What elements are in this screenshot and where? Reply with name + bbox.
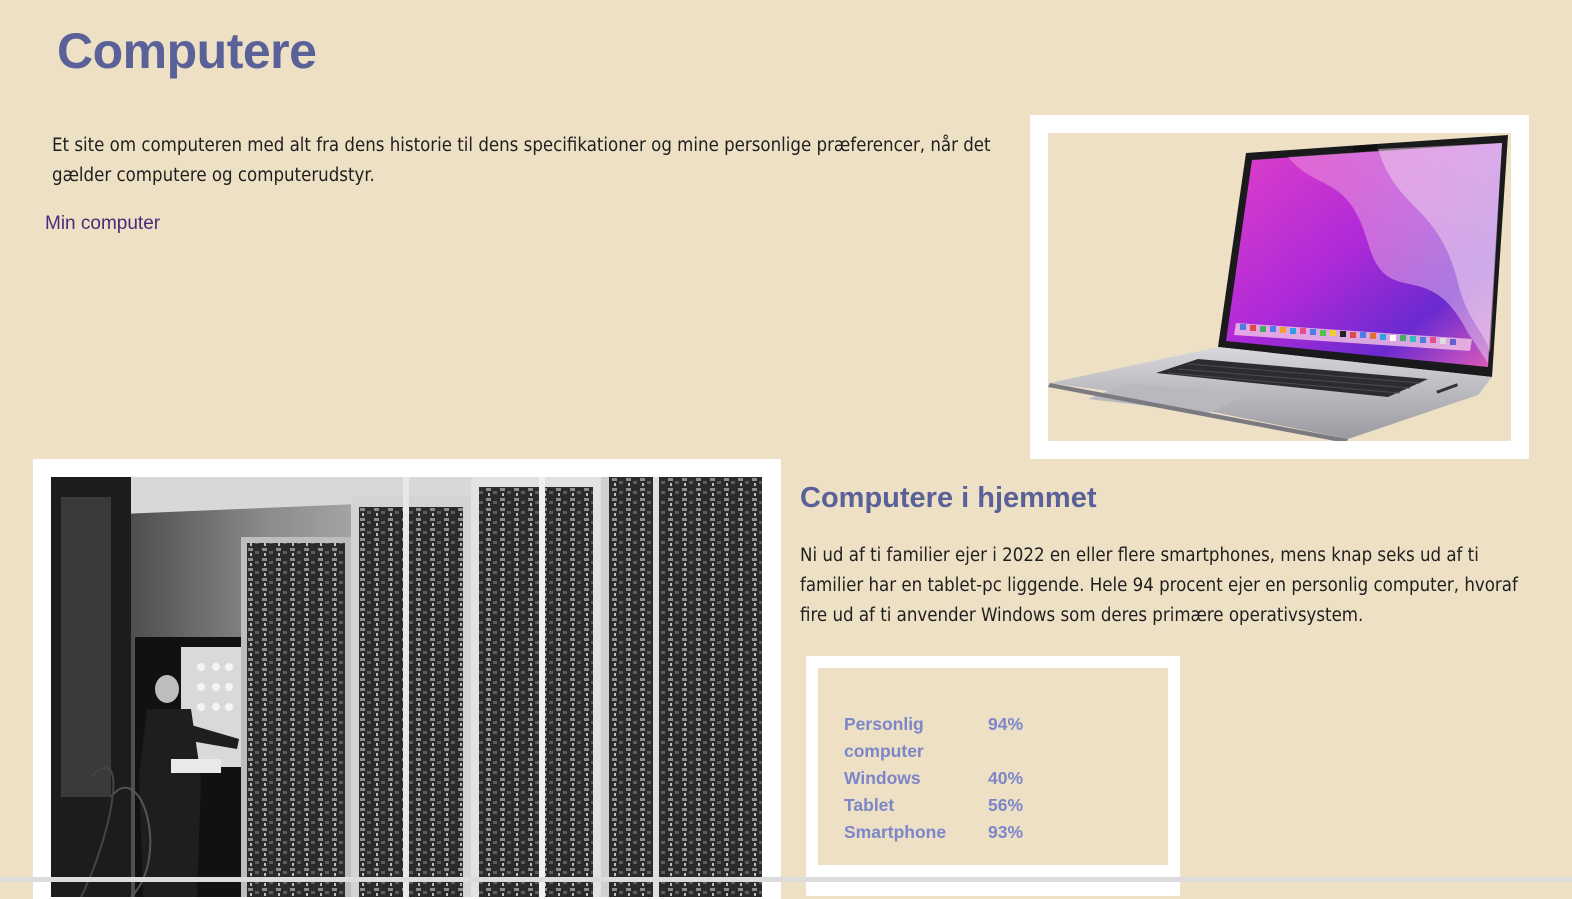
table-row: Personlig computer 94% bbox=[844, 711, 1048, 765]
stat-label: Tablet bbox=[844, 795, 895, 815]
stat-label: Smartphone bbox=[844, 822, 947, 842]
horizontal-scrollbar[interactable] bbox=[0, 877, 1572, 882]
table-row: Tablet 56% bbox=[844, 792, 1048, 819]
section-title: Computere i hjemmet bbox=[800, 482, 1097, 514]
intro-text: Et site om computeren med alt fra dens h… bbox=[52, 135, 991, 186]
stats-box: Personlig computer 94% Windows 40% Table… bbox=[806, 656, 1180, 896]
table-row: Windows 40% bbox=[844, 765, 1048, 792]
stat-value: 94% bbox=[988, 714, 1024, 734]
computer-room-photo-frame bbox=[33, 459, 781, 899]
stats-table: Personlig computer 94% Windows 40% Table… bbox=[844, 711, 1048, 846]
stat-value: 56% bbox=[988, 795, 1024, 815]
min-computer-link[interactable]: Min computer bbox=[45, 213, 160, 235]
stats-box-inner: Personlig computer 94% Windows 40% Table… bbox=[818, 668, 1168, 865]
stat-value: 93% bbox=[988, 822, 1024, 842]
table-row: Smartphone 93% bbox=[844, 819, 1048, 846]
section-text: Ni ud af ti familier ejer i 2022 en elle… bbox=[800, 545, 1518, 626]
laptop-image bbox=[1048, 133, 1511, 441]
page-title: Computere bbox=[57, 23, 317, 79]
stat-label: Personlig computer bbox=[844, 714, 924, 761]
stat-label: Windows bbox=[844, 768, 921, 788]
stat-value: 40% bbox=[988, 768, 1024, 788]
laptop-image-frame bbox=[1030, 115, 1529, 459]
computer-room-photo bbox=[51, 477, 762, 897]
